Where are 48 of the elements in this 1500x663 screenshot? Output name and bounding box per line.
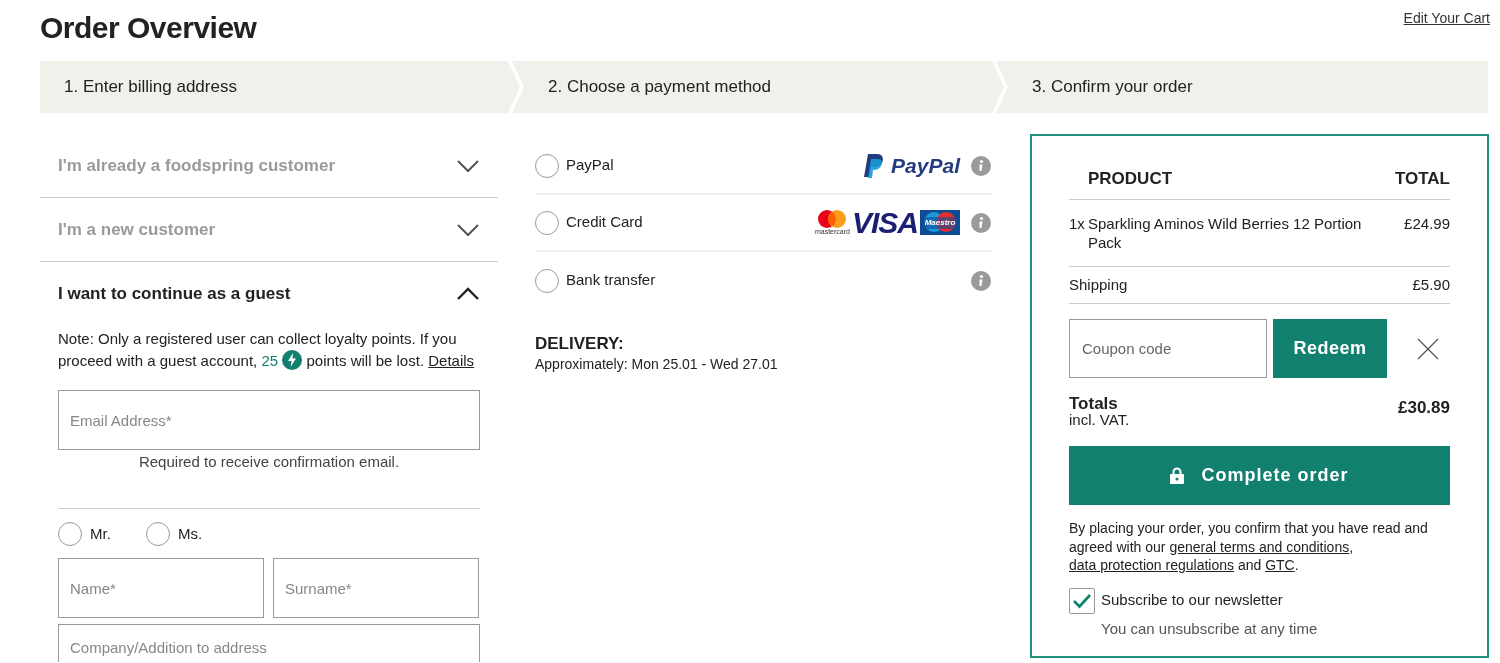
terms-link[interactable]: GTC — [1265, 557, 1295, 573]
totals-label: Totals — [1069, 395, 1119, 412]
visa-logo: VISA — [851, 208, 918, 237]
maestro-logo: Maestro — [920, 210, 960, 235]
delivery-heading: DELIVERY: — [535, 334, 625, 354]
close-icon[interactable] — [1417, 337, 1439, 360]
input-field[interactable]: Email Address* — [58, 390, 480, 450]
vat-note: incl. VAT. — [1069, 412, 1130, 428]
input-field[interactable]: Name* — [58, 558, 264, 618]
lightning-icon — [282, 350, 303, 370]
product-name: Sparkling Aminos Wild Berries 12 Portion Pack — [1088, 213, 1363, 252]
info-icon — [971, 212, 991, 233]
quantity-text: 1x — [1069, 213, 1086, 234]
price-text: £5.90 — [1412, 274, 1450, 295]
payment-label[interactable]: Bank transfer — [566, 269, 656, 292]
delivery-text: Approximately: Mon 25.01 - Wed 27.01 — [535, 355, 779, 374]
checkbox[interactable] — [1069, 587, 1095, 614]
newsletter-hint: You can unsubscribe at any time — [1101, 618, 1319, 639]
checkmark-icon — [1072, 592, 1092, 609]
payment-label[interactable]: Credit Card — [566, 211, 643, 234]
radio-label[interactable]: Mr. — [90, 522, 111, 546]
details-link[interactable]: Details — [428, 352, 475, 369]
total-price: £30.89 — [1398, 397, 1450, 419]
input-field[interactable]: Company/Addition to address — [58, 624, 480, 662]
checkbox-label[interactable]: Subscribe to our newsletter — [1101, 589, 1283, 612]
shipping-label: Shipping — [1069, 274, 1128, 295]
complete-order-button[interactable]: Complete order — [1069, 446, 1450, 505]
circles-icon — [817, 209, 848, 228]
redeem-button[interactable]: Redeem — [1273, 319, 1387, 378]
column-header: PRODUCT — [1088, 168, 1173, 190]
column-header: TOTAL — [1394, 168, 1450, 190]
field-hint: Required to receive confirmation email. — [138, 453, 400, 470]
accordion-title[interactable]: I want to continue as a guest — [58, 281, 291, 307]
terms-link[interactable]: data protection regulations — [1069, 557, 1234, 573]
payment-label[interactable]: PayPal — [566, 154, 614, 177]
paypal-logo: PayPal — [863, 149, 960, 182]
terms-text: By placing your order, you confirm that you have read and agreed with our general terms and conditions, data protection regulations and GTC. — [1069, 519, 1429, 575]
lock-icon — [1170, 467, 1185, 484]
info-icon — [971, 155, 991, 176]
note-text: Note: Only a registered user can collect loyalty points. If you proceed with a guest account, 25 points will be lost. Details — [58, 329, 476, 372]
page-title: Order Overview — [40, 10, 257, 46]
price-text: £24.99 — [1404, 213, 1450, 234]
input-field[interactable]: Surname* — [273, 558, 479, 618]
info-icon — [971, 270, 991, 291]
paypal-mark-icon — [863, 152, 886, 179]
radio-label[interactable]: Ms. — [178, 522, 203, 546]
edit-cart-link[interactable]: Edit Your Cart — [1403, 8, 1490, 29]
coupon-field[interactable]: Coupon code — [1069, 319, 1267, 378]
